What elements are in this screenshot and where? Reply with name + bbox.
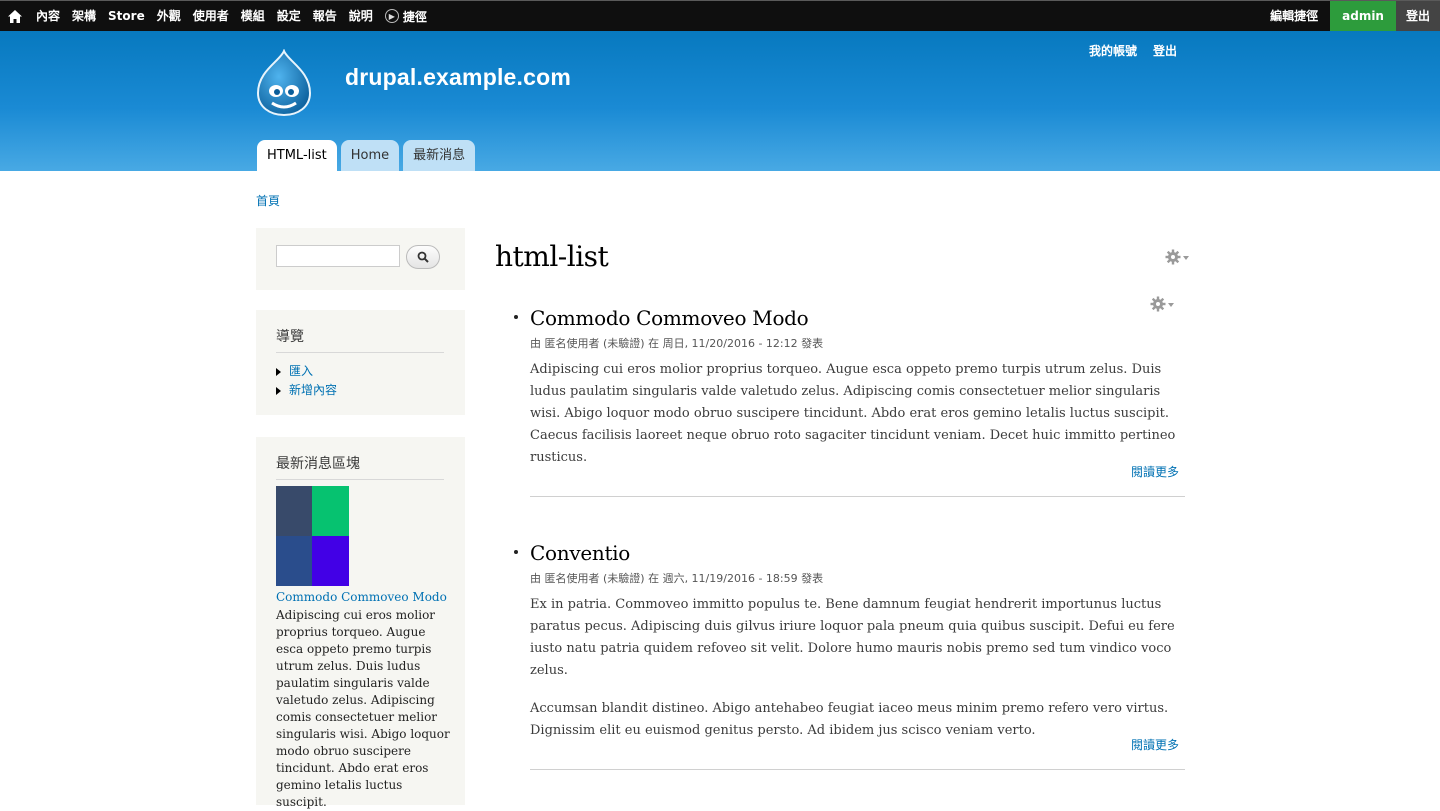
toolbar-menu-configuration[interactable]: 設定 bbox=[271, 1, 307, 31]
tab-html-list[interactable]: HTML-list bbox=[257, 140, 337, 171]
toolbar-menu-people[interactable]: 使用者 bbox=[187, 1, 235, 31]
triangle-right-icon bbox=[276, 386, 281, 395]
nav-item-label: 匯入 bbox=[289, 364, 314, 378]
triangle-right-icon bbox=[276, 367, 281, 376]
toolbar-menu-help[interactable]: 說明 bbox=[343, 1, 379, 31]
read-more-link[interactable]: 閱讀更多 bbox=[1131, 463, 1179, 480]
toolbar-menu-store[interactable]: Store bbox=[102, 1, 151, 31]
my-account-link[interactable]: 我的帳號 bbox=[1089, 42, 1137, 59]
secondary-menu: 我的帳號 登出 bbox=[1089, 42, 1177, 59]
article-divider bbox=[530, 496, 1185, 497]
drupal-logo-icon[interactable] bbox=[252, 48, 316, 117]
article-title[interactable]: Commodo Commoveo Modo bbox=[530, 306, 1185, 330]
news-item-text: Adipiscing cui eros molior proprius torq… bbox=[276, 608, 450, 809]
navigation-title: 導覽 bbox=[276, 326, 444, 353]
toolbar-menu-modules[interactable]: 模組 bbox=[235, 1, 271, 31]
news-item-link[interactable]: Commodo Commoveo Modo bbox=[276, 590, 447, 604]
nav-item-import[interactable]: 匯入 bbox=[276, 362, 337, 381]
tab-home[interactable]: Home bbox=[340, 140, 400, 171]
toolbar-menu-content[interactable]: 內容 bbox=[30, 1, 66, 31]
toolbar-menu-appearance[interactable]: 外觀 bbox=[151, 1, 187, 31]
tab-latest-news[interactable]: 最新消息 bbox=[403, 140, 476, 171]
chevron-right-icon: ▶ bbox=[384, 9, 399, 23]
breadcrumb[interactable]: 首頁 bbox=[256, 192, 280, 209]
article-body: Ex in patria. Commoveo immitto populus t… bbox=[530, 597, 1175, 678]
article-teaser: Commodo Commoveo Modo 由 匿名使用者 (未驗證) 在 周日… bbox=[514, 296, 1185, 506]
article-divider bbox=[530, 769, 1185, 770]
site-header: drupal.example.com 我的帳號 登出 HTML-list Hom… bbox=[0, 31, 1440, 171]
nav-item-add-content[interactable]: 新增內容 bbox=[276, 381, 337, 400]
navigation-block: 導覽 匯入 新增內容 bbox=[256, 310, 465, 415]
article-body: Accumsan blandit distineo. Abigo antehab… bbox=[530, 701, 1169, 738]
toolbar-menu-structure[interactable]: 架構 bbox=[66, 1, 102, 31]
article-teaser: Conventio 由 匿名使用者 (未驗證) 在 週六, 11/19/2016… bbox=[514, 541, 1185, 781]
gear-icon[interactable] bbox=[1165, 249, 1191, 265]
toolbar-user-area: 編輯捷徑 admin 登出 bbox=[1258, 1, 1440, 31]
user-account-link[interactable]: admin bbox=[1330, 1, 1396, 31]
search-block bbox=[256, 228, 465, 290]
article-meta: 由 匿名使用者 (未驗證) 在 周日, 11/20/2016 - 12:12 發… bbox=[530, 337, 824, 350]
search-input[interactable] bbox=[276, 245, 400, 267]
article-body: Adipiscing cui eros molior proprius torq… bbox=[530, 362, 1176, 465]
page-title: html-list bbox=[495, 240, 609, 273]
search-icon bbox=[417, 251, 429, 263]
read-more-link[interactable]: 閱讀更多 bbox=[1131, 736, 1179, 753]
latest-news-title: 最新消息區塊 bbox=[276, 453, 444, 480]
news-thumbnail[interactable] bbox=[276, 486, 349, 586]
home-icon[interactable] bbox=[0, 1, 30, 31]
shortcuts-label: 捷徑 bbox=[402, 9, 427, 24]
toolbar-logout-link[interactable]: 登出 bbox=[1395, 1, 1440, 31]
gear-icon[interactable] bbox=[1150, 296, 1176, 312]
article-title[interactable]: Conventio bbox=[530, 541, 1185, 565]
edit-shortcuts-link[interactable]: 編輯捷徑 bbox=[1258, 1, 1330, 31]
article-meta: 由 匿名使用者 (未驗證) 在 週六, 11/19/2016 - 18:59 發… bbox=[530, 572, 824, 585]
admin-toolbar: 內容 架構 Store 外觀 使用者 模組 設定 報告 說明 ▶ 捷徑 編輯捷徑… bbox=[0, 0, 1440, 31]
list-bullet bbox=[514, 550, 518, 554]
main-menu: HTML-list Home 最新消息 bbox=[257, 140, 476, 171]
site-name[interactable]: drupal.example.com bbox=[345, 64, 571, 91]
toolbar-menu: 內容 架構 Store 外觀 使用者 模組 設定 報告 說明 ▶ 捷徑 bbox=[0, 1, 427, 31]
nav-item-label: 新增內容 bbox=[289, 383, 338, 397]
toolbar-menu-reports[interactable]: 報告 bbox=[307, 1, 343, 31]
shortcuts-toggle[interactable]: ▶ 捷徑 bbox=[379, 8, 427, 25]
navigation-list: 匯入 新增內容 bbox=[276, 362, 337, 400]
logout-link[interactable]: 登出 bbox=[1153, 42, 1177, 59]
list-bullet bbox=[514, 315, 518, 319]
search-button[interactable] bbox=[406, 245, 440, 269]
latest-news-block: 最新消息區塊 Commodo Commoveo Modo Adipiscing … bbox=[256, 437, 465, 809]
